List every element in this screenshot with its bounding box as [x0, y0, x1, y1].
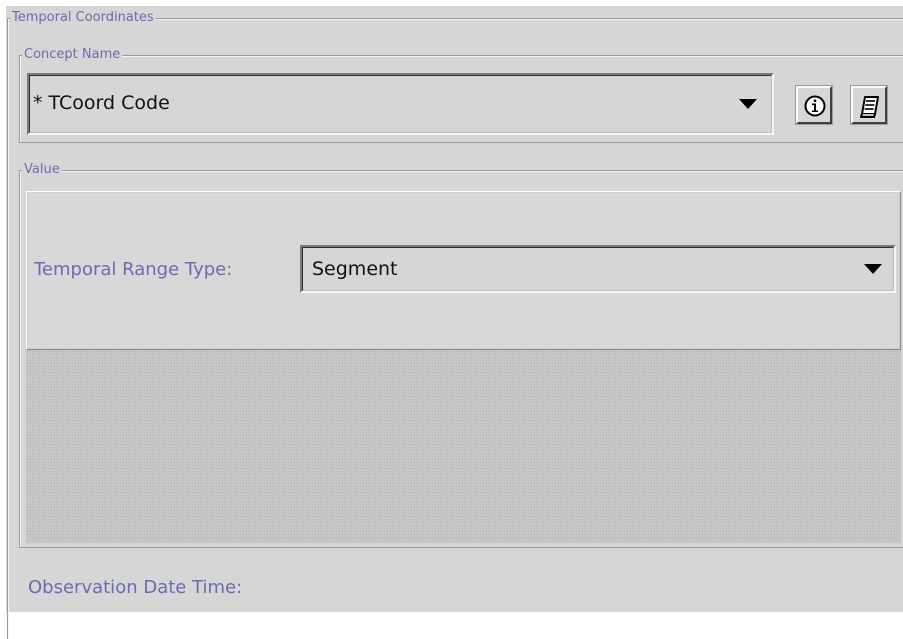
window-canvas: Temporal Coordinates Concept Name * TCoo…: [0, 0, 903, 639]
notepad-icon: [860, 96, 879, 118]
info-icon: [804, 95, 826, 117]
temporal-range-type-selected: Segment: [312, 258, 398, 280]
concept-name-dropdown[interactable]: * TCoord Code: [27, 73, 774, 135]
value-title: Value: [22, 162, 62, 178]
temporal-range-type-label: Temporal Range Type:: [34, 259, 233, 280]
temporal-range-type-dropdown[interactable]: Segment: [300, 245, 896, 293]
notepad-button[interactable]: [850, 85, 888, 125]
concept-name-title: Concept Name: [22, 47, 123, 63]
chevron-down-icon: [739, 99, 757, 109]
observation-date-time-label: Observation Date Time:: [28, 577, 243, 598]
value-empty-area: [26, 350, 901, 543]
info-button[interactable]: [795, 85, 833, 125]
temporal-coordinates-title: Temporal Coordinates: [10, 10, 156, 26]
concept-name-selected-value: * TCoord Code: [33, 92, 170, 114]
chevron-down-icon: [864, 264, 882, 274]
